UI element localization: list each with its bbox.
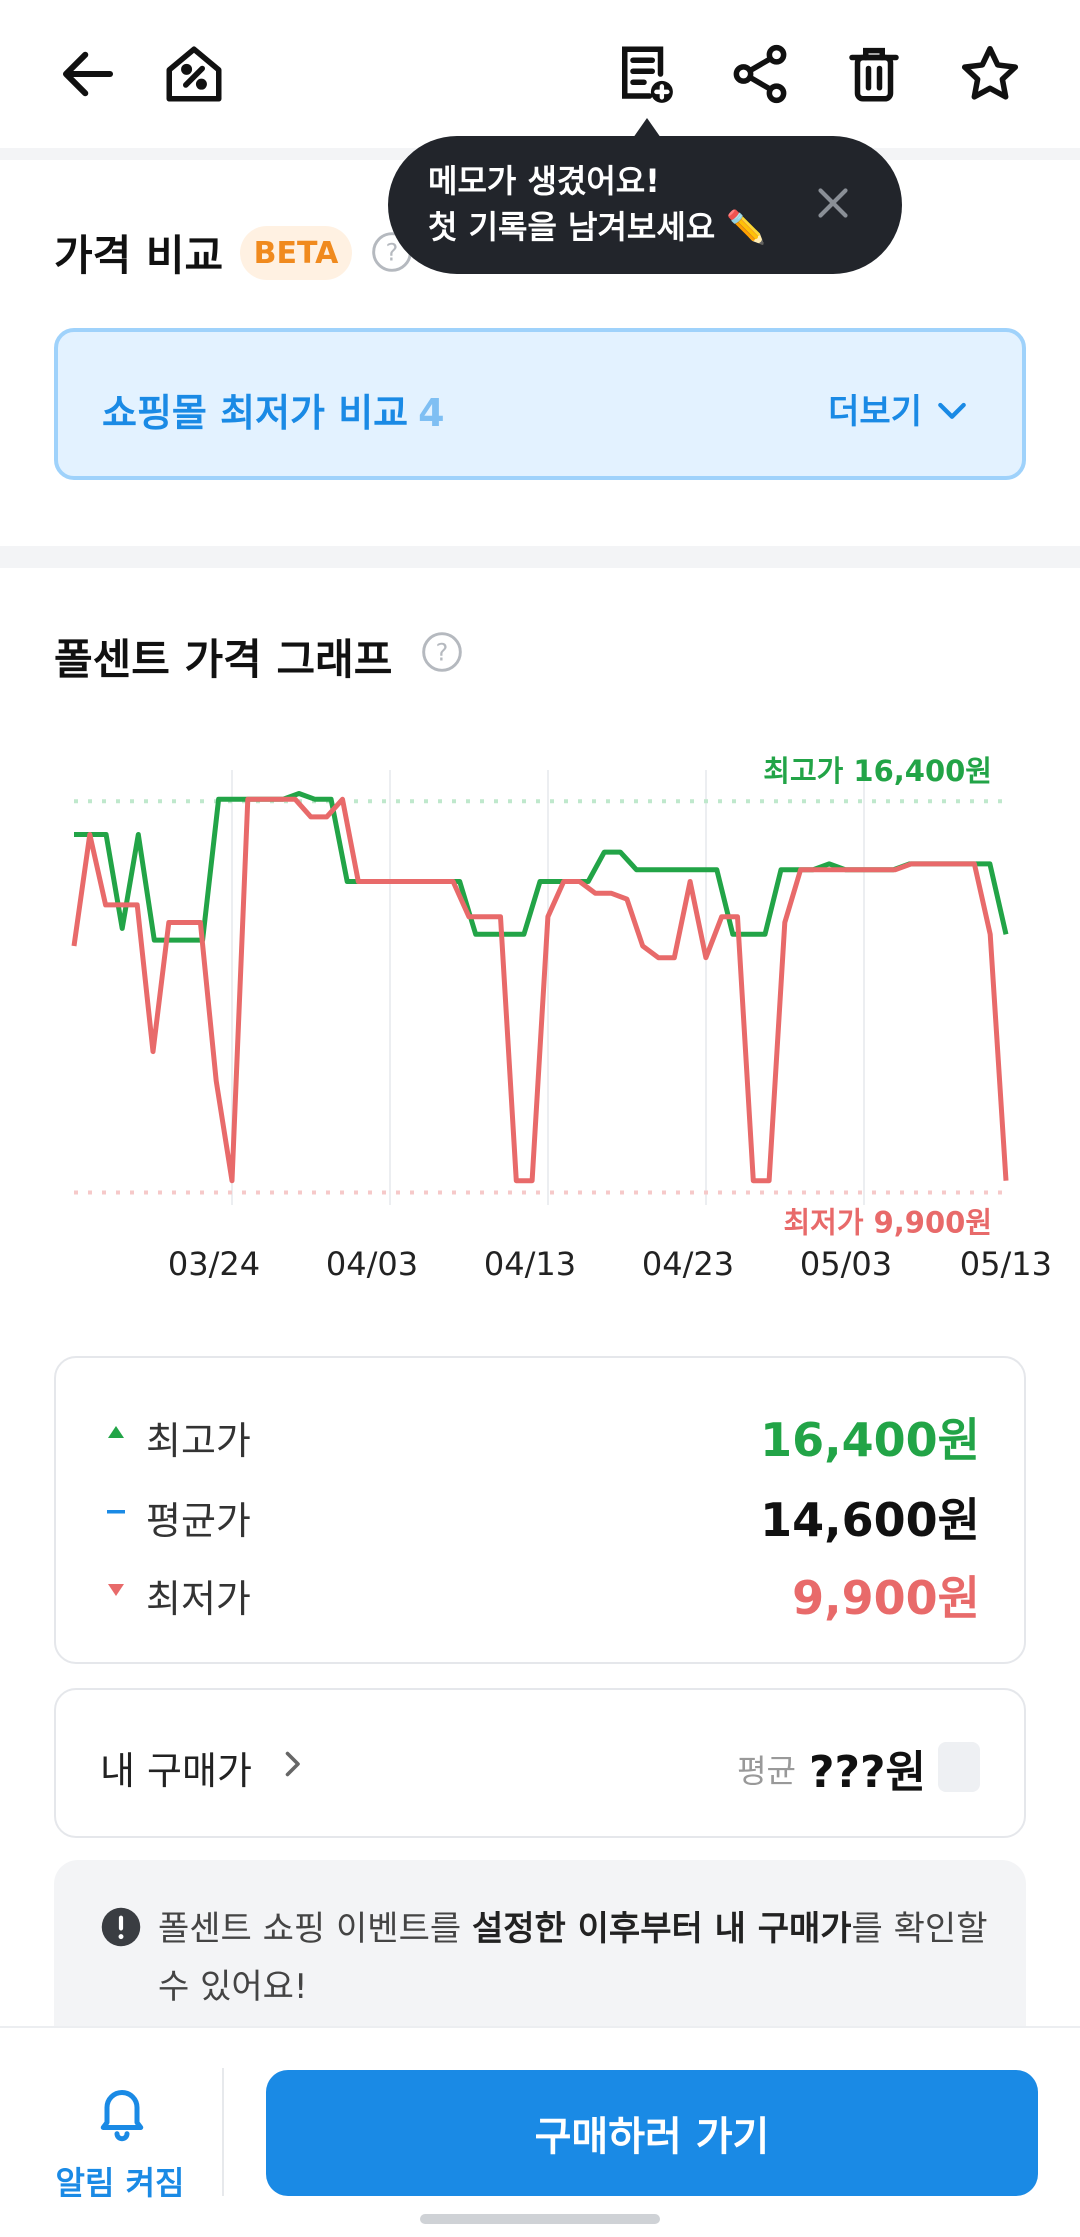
bottom-action-bar: 알림 켜짐 구매하러 가기 xyxy=(0,2026,1080,2237)
chevron-right-icon xyxy=(285,1751,300,1777)
mall-lowest-price-compare[interactable]: 쇼핑몰 최저가 비교 4 더보기 xyxy=(54,328,1026,480)
share-icon[interactable] xyxy=(720,34,800,114)
more-button[interactable]: 더보기 xyxy=(828,384,922,433)
info-notice: 폴센트 쇼핑 이벤트를 설정한 이후부터 내 구매가를 확인할 수 있어요! xyxy=(54,1860,1026,2030)
star-icon[interactable] xyxy=(950,34,1030,114)
home-indicator xyxy=(420,2214,660,2224)
mall-count: 4 xyxy=(418,391,445,435)
x-tick-label: 05/03 xyxy=(800,1245,892,1283)
avg-price-label: 평균가 xyxy=(146,1499,251,1543)
close-icon[interactable] xyxy=(808,178,858,228)
svg-text:?: ? xyxy=(386,238,399,266)
up-triangle-icon xyxy=(108,1426,124,1438)
price-stats-box: 최고가 16,400원 평균가 14,600원 최저가 9,900원 xyxy=(54,1356,1026,1664)
min-price-value: 9,900원 xyxy=(792,1571,980,1625)
alarm-toggle[interactable]: 알림 켜짐 xyxy=(40,2078,200,2208)
trash-icon[interactable] xyxy=(834,34,914,114)
tooltip-line-2: 첫 기록을 남겨보세요 ✏️ xyxy=(428,208,767,246)
min-price-annotation: 최저가 9,900원 xyxy=(783,1206,992,1240)
price-compare-title: 가격 비교 xyxy=(54,231,224,280)
down-triangle-icon xyxy=(108,1584,124,1596)
tooltip-arrow xyxy=(633,118,661,138)
my-purchase-avg-label: 평균 xyxy=(737,1752,796,1790)
section-divider xyxy=(0,546,1080,568)
buy-button[interactable]: 구매하러 가기 xyxy=(266,2070,1038,2196)
exclamation-icon xyxy=(101,1907,141,1947)
beta-badge: BETA xyxy=(240,226,352,280)
alarm-label: 알림 켜짐 xyxy=(55,2164,185,2202)
my-purchase-price[interactable]: 내 구매가 평균 ???원 xyxy=(54,1688,1026,1838)
top-app-bar xyxy=(0,0,1080,150)
dash-icon xyxy=(107,1510,125,1514)
memo-add-icon[interactable] xyxy=(604,34,684,114)
tooltip-line-1: 메모가 생겼어요! xyxy=(428,162,660,200)
x-tick-label: 03/24 xyxy=(168,1245,260,1283)
vertical-divider xyxy=(222,2068,224,2196)
min-price-label: 최저가 xyxy=(146,1577,251,1621)
x-tick-label: 04/13 xyxy=(484,1245,576,1283)
chevron-down-icon xyxy=(938,402,966,419)
max-price-annotation: 최고가 16,400원 xyxy=(763,754,992,788)
graph-help-icon[interactable]: ? xyxy=(420,630,464,674)
price-graph-title: 폴센트 가격 그래프 xyxy=(54,635,393,684)
max-price-label: 최고가 xyxy=(146,1419,251,1463)
price-line-chart: 03/24 04/03 04/13 04/23 05/03 05/13 최고가 16,400… xyxy=(71,754,1052,1283)
max-price-row: 최고가 16,400원 xyxy=(56,1398,1024,1468)
avg-price-row: 평균가 14,600원 xyxy=(56,1478,1024,1548)
notice-text: 폴센트 쇼핑 이벤트를 설정한 이후부터 내 구매가를 확인할 수 있어요! xyxy=(158,1909,988,2007)
max-price-value: 16,400원 xyxy=(760,1413,980,1467)
x-tick-label: 04/03 xyxy=(326,1245,418,1283)
mall-compare-label: 쇼핑몰 최저가 비교 4 xyxy=(102,391,445,435)
avg-price-value: 14,600원 xyxy=(760,1493,980,1547)
min-price-row: 최저가 9,900원 xyxy=(56,1556,1024,1626)
x-tick-label: 05/13 xyxy=(960,1245,1052,1283)
max-price-series-line xyxy=(74,791,1009,943)
collapse-toggle[interactable] xyxy=(938,1742,980,1792)
home-discount-icon[interactable] xyxy=(154,34,234,114)
bell-icon xyxy=(100,2090,144,2142)
svg-text:?: ? xyxy=(436,638,449,666)
back-arrow-icon[interactable] xyxy=(48,34,128,114)
my-purchase-value: ???원 xyxy=(808,1747,926,1798)
my-purchase-label: 내 구매가 xyxy=(100,1749,252,1793)
x-tick-label: 04/23 xyxy=(642,1245,734,1283)
memo-tooltip: 메모가 생겼어요! 첫 기록을 남겨보세요 ✏️ xyxy=(388,136,902,274)
